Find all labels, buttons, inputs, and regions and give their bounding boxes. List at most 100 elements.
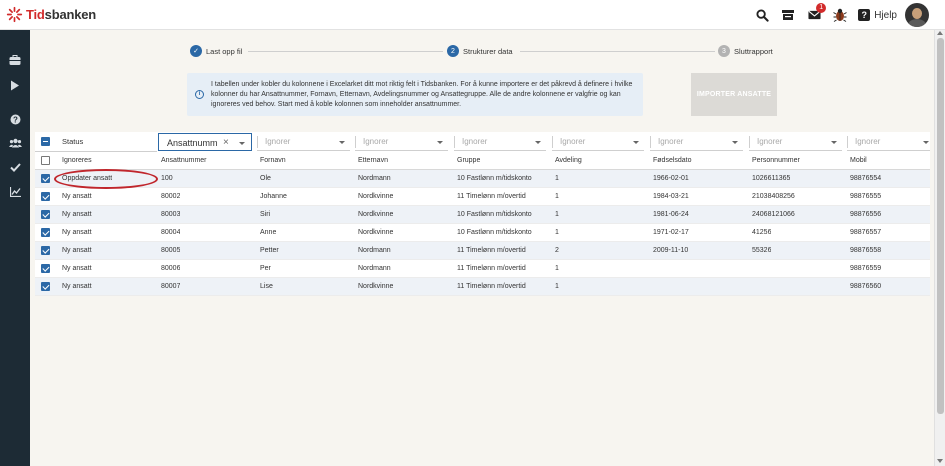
chevron-down-icon[interactable] <box>339 141 345 144</box>
store-icon[interactable] <box>776 3 800 27</box>
row-group: 11 Timelønn m/overtid <box>457 283 526 290</box>
row-mobile: 98876555 <box>850 193 882 200</box>
row-employee-number: 80005 <box>161 247 181 254</box>
step-number: 3 <box>718 45 730 57</box>
stepper-line-2 <box>520 51 715 52</box>
select-separator <box>552 136 553 148</box>
select-separator <box>749 136 750 148</box>
scrollbar-thumb[interactable] <box>937 38 944 414</box>
column-header: Ansattnummer <box>161 157 207 164</box>
row-checkbox[interactable] <box>41 192 50 201</box>
table-row[interactable]: Ny ansatt 80002 Johanne Nordkvinne 11 Ti… <box>35 188 930 206</box>
row-checkbox[interactable] <box>41 174 50 183</box>
row-person-number: 1026611365 <box>752 175 791 182</box>
row-employee-number: 80003 <box>161 211 181 218</box>
row-first-name: Lise <box>260 283 273 290</box>
column-header: Mobil <box>850 157 867 164</box>
chevron-down-icon[interactable] <box>239 142 245 145</box>
scroll-down-icon[interactable] <box>937 459 943 463</box>
column-select-8[interactable]: Ignorer <box>847 133 930 151</box>
row-group: 10 Fastlønn m/tidskonto <box>457 175 532 182</box>
sidebar-play-icon[interactable] <box>8 78 22 92</box>
row-person-number: 41256 <box>752 229 772 236</box>
header-checkbox[interactable] <box>41 156 50 165</box>
column-select-5[interactable]: Ignorer <box>552 133 644 151</box>
row-first-name: Ole <box>260 175 271 182</box>
column-header: Etternavn <box>358 157 388 164</box>
row-first-name: Johanne <box>260 193 287 200</box>
row-checkbox[interactable] <box>41 210 50 219</box>
row-employee-number: 80002 <box>161 193 181 200</box>
column-header: Ignoreres <box>62 157 92 164</box>
header-actions: 1 ? Hjelp <box>748 0 945 30</box>
chevron-down-icon[interactable] <box>831 141 837 144</box>
import-employees-button[interactable]: IMPORTER ANSATTE <box>691 73 777 116</box>
table-row[interactable]: Oppdater ansatt 100 Ole Nordmann 10 Fast… <box>35 170 930 188</box>
step-label: Last opp fil <box>206 46 243 56</box>
row-mobile: 98876560 <box>850 283 882 290</box>
column-select-1[interactable]: Ansattnumm × <box>158 133 252 151</box>
row-department: 1 <box>555 265 559 272</box>
column-header: Fødselsdato <box>653 157 692 164</box>
info-icon: i <box>195 90 204 99</box>
vertical-scrollbar[interactable] <box>934 30 945 466</box>
table-row[interactable]: Ny ansatt 80006 Per Nordmann 11 Timelønn… <box>35 260 930 278</box>
chevron-down-icon[interactable] <box>923 141 929 144</box>
help-button[interactable]: ? Hjelp <box>858 9 897 21</box>
chevron-down-icon[interactable] <box>437 141 443 144</box>
column-mapping-row: Status Ansattnumm × Ignorer Ignorer Igno… <box>35 132 930 152</box>
chevron-down-icon[interactable] <box>633 141 639 144</box>
step-label: Strukturer data <box>463 46 513 56</box>
column-select-3[interactable]: Ignorer <box>355 133 448 151</box>
select-all-checkbox[interactable] <box>41 137 50 146</box>
mail-badge: 1 <box>816 3 827 13</box>
logo[interactable]: Tidsbanken <box>6 6 96 23</box>
row-birth-date: 2009-11-10 <box>653 247 689 254</box>
row-employee-number: 80006 <box>161 265 181 272</box>
row-last-name: Nordmann <box>358 247 391 254</box>
column-select-2[interactable]: Ignorer <box>257 133 350 151</box>
sidebar-help-icon[interactable]: ? <box>8 112 22 126</box>
info-box: i I tabellen under kobler du kolonnene i… <box>187 73 643 116</box>
row-checkbox[interactable] <box>41 246 50 255</box>
row-birth-date: 1981-06-24 <box>653 211 689 218</box>
row-status: Ny ansatt <box>62 229 92 236</box>
mail-icon[interactable]: 1 <box>802 3 827 27</box>
select-separator <box>257 136 258 148</box>
sidebar-check-icon[interactable] <box>8 160 22 174</box>
row-last-name: Nordkvinne <box>358 229 394 236</box>
bug-icon[interactable] <box>828 3 852 27</box>
column-select-placeholder: Ignorer <box>757 137 783 146</box>
row-mobile: 98876557 <box>850 229 882 236</box>
table-row[interactable]: Ny ansatt 80007 Lise Nordkvinne 11 Timel… <box>35 278 930 296</box>
column-select-4[interactable]: Ignorer <box>454 133 546 151</box>
logo-text: Tidsbanken <box>26 7 96 22</box>
chevron-down-icon[interactable] <box>535 141 541 144</box>
column-select-placeholder: Ignorer <box>265 137 291 146</box>
row-employee-number: 80007 <box>161 283 181 290</box>
table-row[interactable]: Ny ansatt 80004 Anne Nordkvinne 10 Fastl… <box>35 224 930 242</box>
row-mobile: 98876554 <box>850 175 882 182</box>
column-header: Avdeling <box>555 157 582 164</box>
chevron-down-icon[interactable] <box>732 141 738 144</box>
table-row[interactable]: Ny ansatt 80003 Siri Nordkvinne 10 Fastl… <box>35 206 930 224</box>
row-checkbox[interactable] <box>41 228 50 237</box>
clear-icon[interactable]: × <box>223 134 229 152</box>
row-checkbox[interactable] <box>41 282 50 291</box>
column-select-7[interactable]: Ignorer <box>749 133 842 151</box>
sidebar-chart-icon[interactable] <box>8 185 22 199</box>
column-select-6[interactable]: Ignorer <box>650 133 743 151</box>
scroll-up-icon[interactable] <box>937 31 943 35</box>
table-row[interactable]: Ny ansatt 80005 Petter Nordmann 11 Timel… <box>35 242 930 260</box>
row-checkbox[interactable] <box>41 264 50 273</box>
row-status: Ny ansatt <box>62 247 92 254</box>
avatar[interactable] <box>905 3 929 27</box>
logo-text-suffix: sbanken <box>44 7 97 22</box>
sidebar-users-icon[interactable] <box>8 136 22 150</box>
column-select-placeholder: Ignorer <box>658 137 684 146</box>
logo-text-prefix: Tid <box>26 7 45 22</box>
column-header: Personnummer <box>752 157 800 164</box>
sidebar-dashboard-icon[interactable] <box>8 53 22 67</box>
column-select-placeholder: Ignorer <box>560 137 586 146</box>
search-icon[interactable] <box>750 3 774 27</box>
